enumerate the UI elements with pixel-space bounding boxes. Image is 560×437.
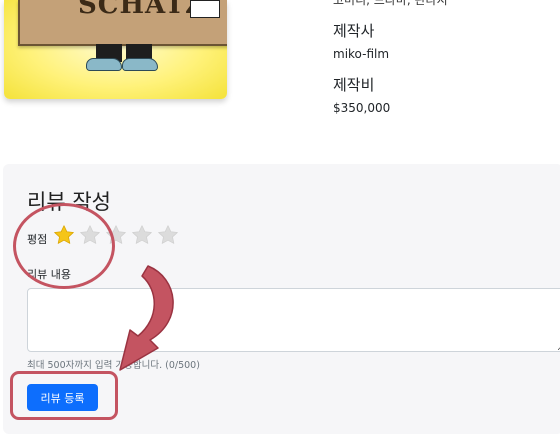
producer-value: miko-film xyxy=(333,47,390,61)
annotation-highlight-box xyxy=(10,371,118,420)
poster-shoe-right xyxy=(122,58,158,71)
genre-value: 코미디, 드라마, 판타지 xyxy=(333,0,448,7)
star-5-icon[interactable] xyxy=(157,224,179,246)
star-4-icon[interactable] xyxy=(131,224,153,246)
poster-card-prop xyxy=(190,0,220,18)
movie-poster: SCHATZ! xyxy=(4,0,227,99)
budget-value: $350,000 xyxy=(333,101,391,115)
poster-shoe-left xyxy=(86,58,122,71)
annotation-arrow-icon xyxy=(119,265,174,371)
budget-label: 제작비 xyxy=(333,76,375,94)
producer-label: 제작사 xyxy=(333,22,375,40)
